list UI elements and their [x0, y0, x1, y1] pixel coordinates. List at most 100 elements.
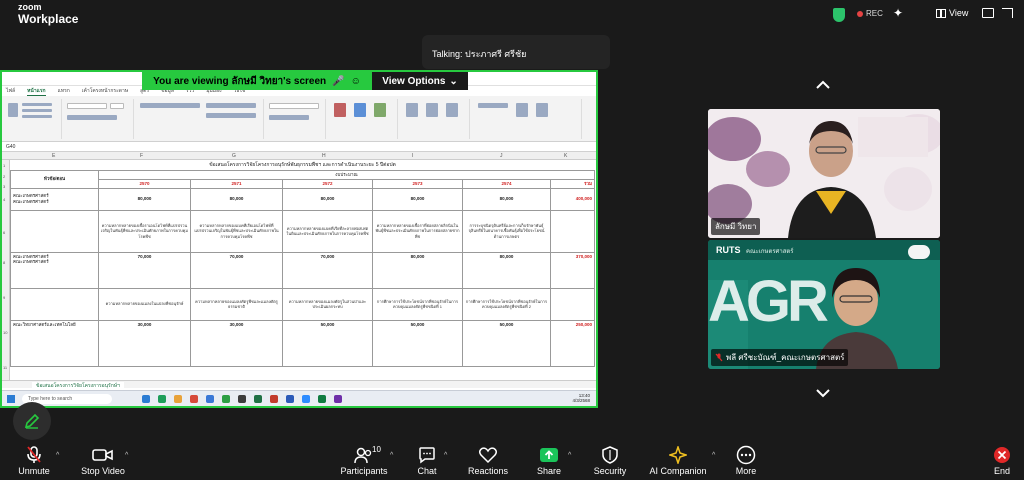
table-cell[interactable]: 80,000: [98, 187, 191, 211]
view-button[interactable]: View: [936, 8, 968, 18]
table-cell[interactable]: 250,000: [549, 319, 596, 367]
chevron-up-icon[interactable]: ^: [712, 452, 715, 459]
taskbar-app-icon[interactable]: [158, 395, 166, 403]
excel-menu-item[interactable]: ไฟล์: [6, 87, 15, 95]
cell-styles-icon[interactable]: [374, 103, 386, 117]
font-name-select[interactable]: [67, 103, 107, 109]
cut-icon[interactable]: [22, 103, 52, 106]
table-cell[interactable]: คณะเกษตรศาสตร์ คณะเกษตรศาสตร์: [10, 251, 99, 289]
delete-cells-icon[interactable]: [426, 103, 438, 117]
table-cell[interactable]: [10, 209, 99, 253]
conditional-format-icon[interactable]: [334, 103, 346, 117]
paste-icon[interactable]: [8, 103, 18, 117]
table-cell[interactable]: 370,000: [549, 251, 596, 289]
annotate-button[interactable]: [13, 402, 51, 440]
chevron-up-icon[interactable]: ^: [390, 452, 393, 459]
video-tile[interactable]: RUTS คณะเกษตรศาสตร์ AGR พลี ศรีชะบัณฑ์_ค…: [708, 240, 940, 369]
sheet-title[interactable]: ข้อเสนอโครงการวิจัยโครงการอนุรักษ์พันธุก…: [11, 160, 595, 170]
table-cell[interactable]: 80,000: [282, 187, 373, 211]
table-cell[interactable]: ความหลากหลายของแมลงศัตรูในสวนป่าและประเม…: [282, 287, 373, 321]
pip-icon[interactable]: [982, 8, 994, 18]
year-header[interactable]: 2572: [282, 178, 373, 189]
font-size-select[interactable]: [110, 103, 124, 109]
share-button[interactable]: Share: [532, 444, 566, 480]
taskbar-app-icon[interactable]: [142, 395, 150, 403]
number-format-select[interactable]: [269, 103, 319, 109]
copy-icon[interactable]: [22, 109, 52, 112]
shield-icon[interactable]: [833, 8, 845, 22]
header-group[interactable]: งบประมาณ: [97, 169, 596, 180]
format-painter-icon[interactable]: [22, 115, 52, 118]
table-cell[interactable]: 70,000: [190, 251, 283, 289]
table-cell[interactable]: ความหลากหลายของแมลงศัตรูพืชและแมลงศัตรูธ…: [190, 287, 283, 321]
table-cell[interactable]: การศึกษาการใช้ประโยชน์จากพืชอนุรักษ์ในกา…: [372, 287, 463, 321]
more-button[interactable]: More: [732, 444, 760, 480]
recording-indicator[interactable]: REC: [857, 9, 883, 18]
year-header[interactable]: 2573: [372, 178, 463, 189]
year-header[interactable]: 2574: [462, 178, 551, 189]
taskbar-app-icon[interactable]: [206, 395, 214, 403]
table-cell[interactable]: การระบุชนิดจุลินทรีย์และการเก็บรักษาพันธ…: [462, 209, 551, 253]
video-tile[interactable]: ลักษมี วิทยา: [708, 109, 940, 238]
formula-bar[interactable]: G40: [2, 142, 596, 152]
windows-start-icon[interactable]: [7, 395, 15, 403]
taskbar-app-icon[interactable]: [318, 395, 326, 403]
taskbar-app-icon[interactable]: [270, 395, 278, 403]
table-cell[interactable]: ความหลากหลายของแบคทีเรียที่ละลายฟอสเฟตใน…: [282, 209, 373, 253]
spreadsheet-grid[interactable]: 1 2 3 4 6 8 9 10 11 ข้อเสนอโครงการวิจัยโ…: [2, 160, 596, 380]
table-cell[interactable]: 400,000: [549, 187, 596, 211]
taskbar-app-icon[interactable]: [174, 395, 182, 403]
table-cell[interactable]: 80,000: [372, 187, 463, 211]
table-cell[interactable]: คณะเกษตรศาสตร์ คณะเกษตรศาสตร์: [10, 187, 99, 211]
fullscreen-icon[interactable]: [1002, 8, 1013, 18]
merge-center-button[interactable]: [206, 113, 256, 118]
align-buttons[interactable]: [140, 103, 200, 108]
chat-button[interactable]: Chat: [410, 444, 444, 480]
chevron-down-icon[interactable]: [816, 388, 830, 398]
table-cell[interactable]: [549, 287, 596, 321]
name-box[interactable]: G40: [6, 144, 15, 150]
end-button[interactable]: End: [988, 444, 1016, 480]
format-table-icon[interactable]: [354, 103, 366, 117]
table-cell[interactable]: [10, 287, 99, 321]
taskbar-app-icon[interactable]: [190, 395, 198, 403]
table-cell[interactable]: 50,000: [282, 319, 373, 367]
security-button[interactable]: Security: [590, 444, 630, 480]
year-header[interactable]: 2571: [190, 178, 283, 189]
taskbar-app-icon[interactable]: [286, 395, 294, 403]
number-buttons[interactable]: [269, 115, 309, 120]
sort-filter-icon[interactable]: [516, 103, 528, 117]
chevron-up-icon[interactable]: ^: [56, 452, 59, 459]
autosum-button[interactable]: [478, 103, 508, 108]
stop-video-button[interactable]: Stop Video: [78, 444, 128, 480]
table-cell[interactable]: 80,000: [462, 251, 551, 289]
table-cell[interactable]: ความหลากหลายของแมลงในแปลงพืชอนุรักษ์: [98, 287, 191, 321]
column-header[interactable]: G: [232, 153, 236, 159]
taskbar-app-icon[interactable]: [334, 395, 342, 403]
reactions-button[interactable]: Reactions: [466, 444, 510, 480]
taskbar-app-icon[interactable]: [302, 395, 310, 403]
view-options-button[interactable]: View Options ⌄: [372, 72, 468, 90]
excel-menu-item[interactable]: แทรก: [58, 87, 70, 95]
sparkle-icon[interactable]: ✦: [893, 6, 903, 20]
table-cell[interactable]: ความหลากหลายของเชื้อราเอนโดไฟท์ที่แปรปรว…: [98, 209, 191, 253]
chevron-up-icon[interactable]: [816, 80, 830, 90]
table-cell[interactable]: คณะวิทยาศาสตร์และเทคโนโลยี: [10, 319, 99, 367]
column-header[interactable]: I: [412, 153, 413, 159]
chevron-up-icon[interactable]: ^: [125, 452, 128, 459]
table-cell[interactable]: 50,000: [462, 319, 551, 367]
taskbar-app-icon[interactable]: [222, 395, 230, 403]
table-cell[interactable]: 70,000: [282, 251, 373, 289]
taskbar-app-icon[interactable]: [238, 395, 246, 403]
unmute-button[interactable]: Unmute: [14, 444, 54, 480]
column-header[interactable]: H: [322, 153, 326, 159]
excel-menu-item[interactable]: เค้าโครงหน้ากระดาษ: [82, 87, 128, 95]
wrap-text-button[interactable]: [206, 103, 256, 108]
chevron-up-icon[interactable]: ^: [568, 452, 571, 459]
column-header[interactable]: F: [140, 153, 143, 159]
excel-menu-item[interactable]: หน้าแรก: [27, 87, 46, 96]
table-cell[interactable]: การศึกษาการใช้ประโยชน์จากพืชอนุรักษ์ในกา…: [462, 287, 551, 321]
table-cell[interactable]: ความหลากหลายของเชื้อราที่ย่อยสลายลิกนินใ…: [372, 209, 463, 253]
table-cell[interactable]: 70,000: [98, 251, 191, 289]
table-cell[interactable]: 80,000: [462, 187, 551, 211]
